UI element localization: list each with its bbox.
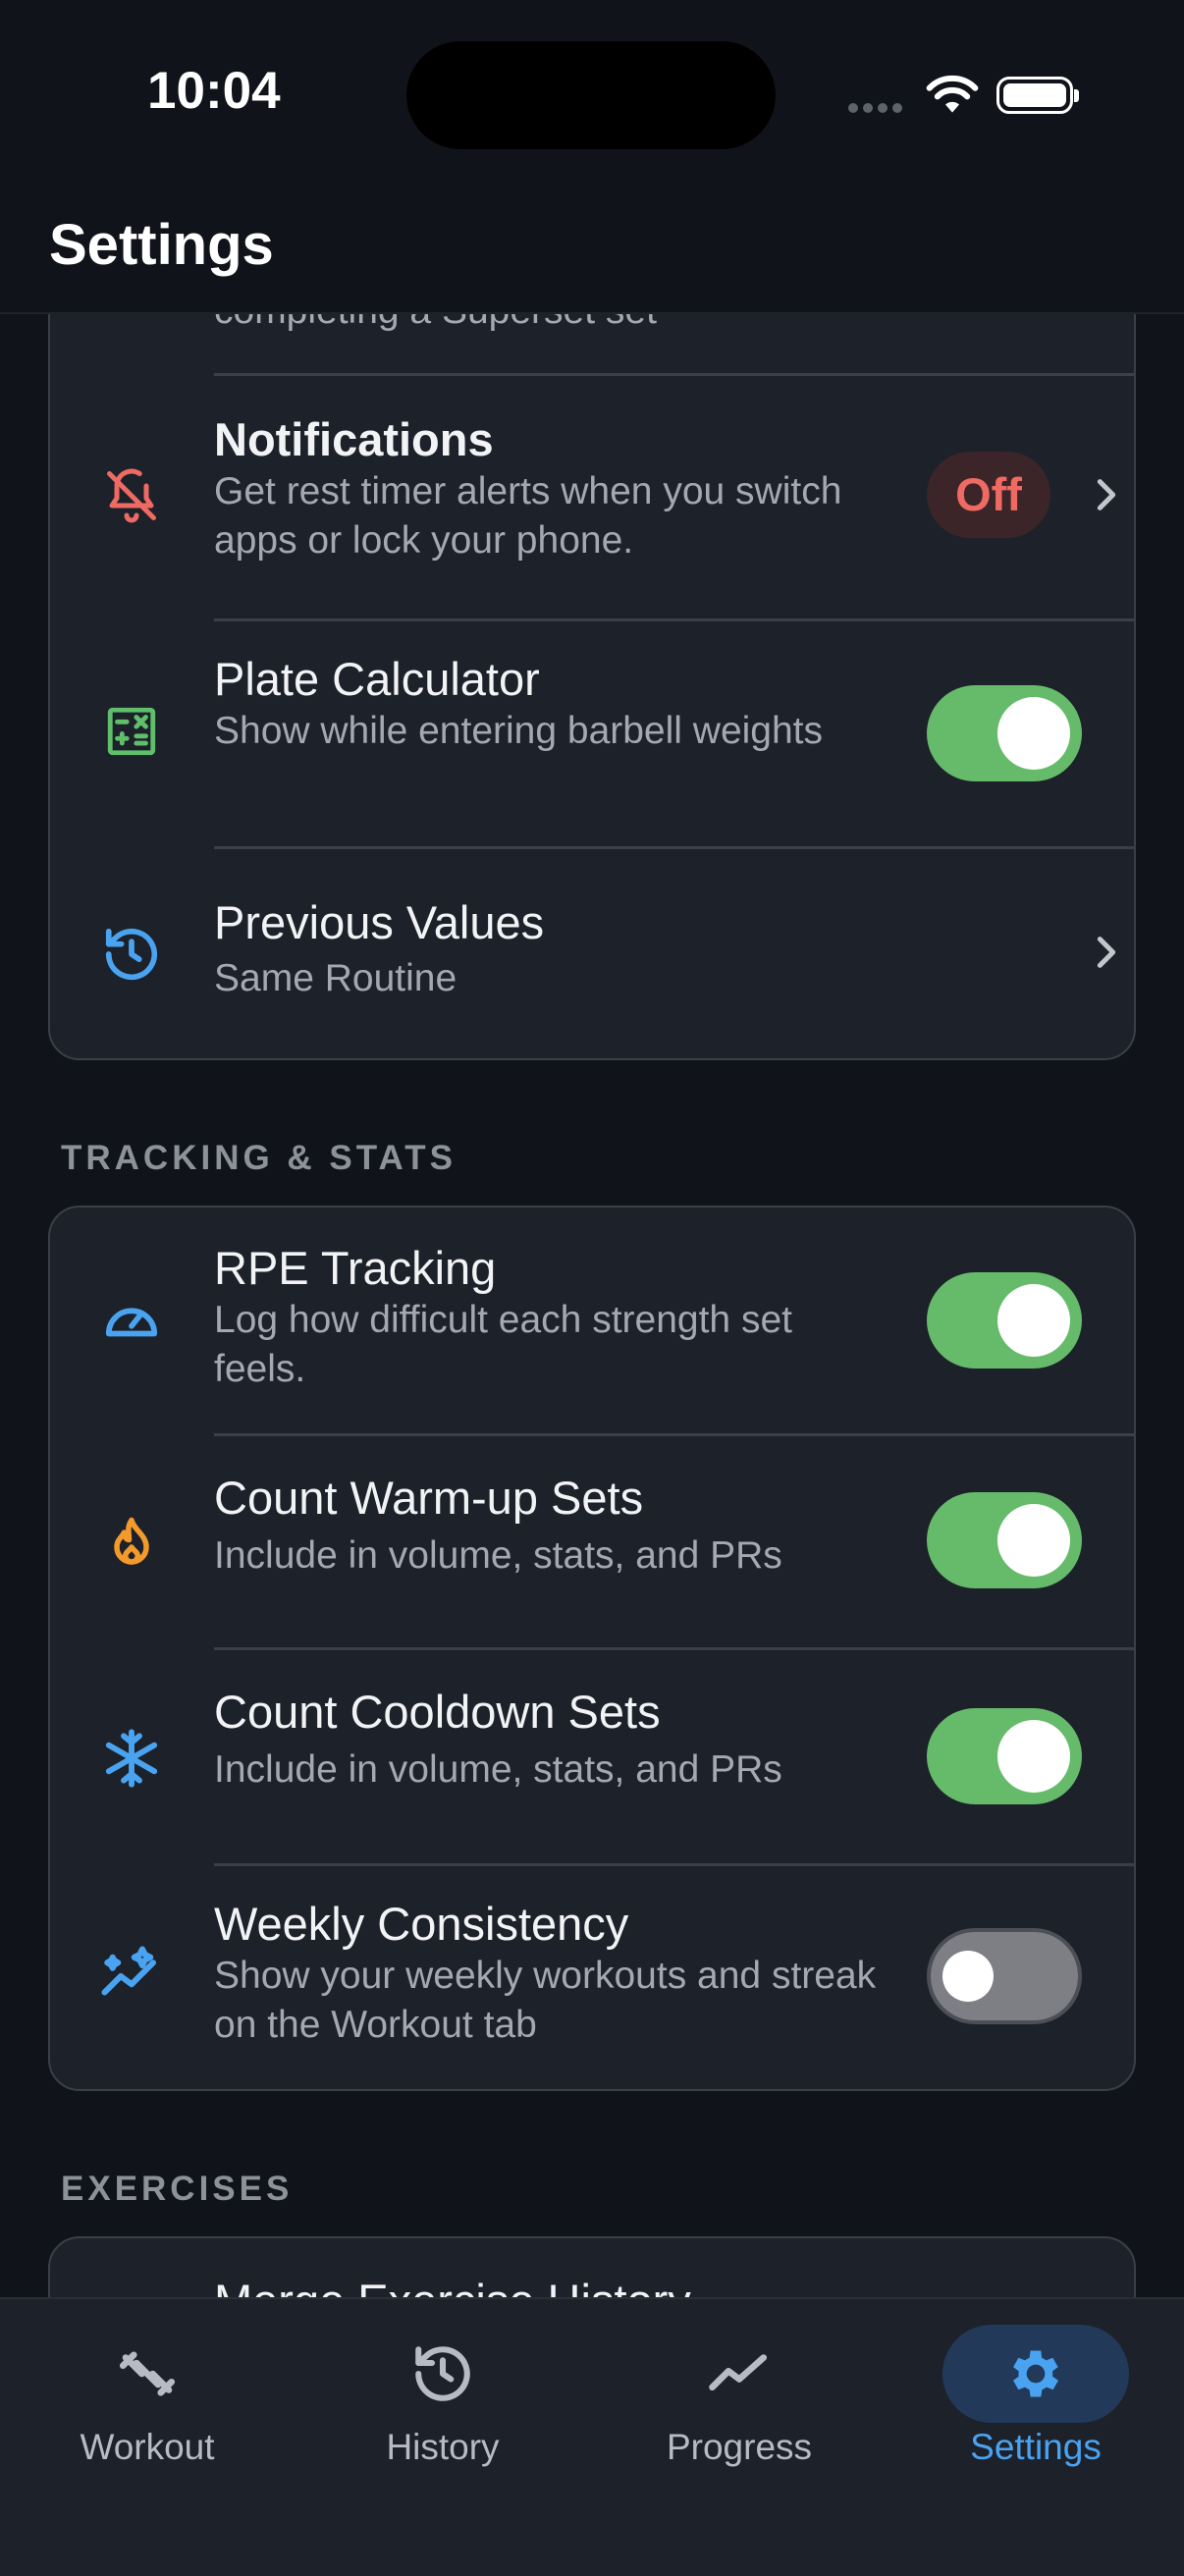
navigation-header: 10:04 Settings [0, 0, 1184, 314]
rpe-tracking-subtitle: Log how difficult each strength set feel… [214, 1299, 792, 1390]
previous-values-subtitle: Same Routine [214, 957, 457, 999]
rpe-tracking-title: RPE Tracking [214, 1242, 497, 1294]
rpe-tracking-toggle[interactable] [927, 1272, 1082, 1368]
previous-values-title: Previous Values [214, 896, 545, 948]
count-cooldown-subtitle: Include in volume, stats, and PRs [214, 1748, 782, 1791]
plate-calculator-toggle[interactable] [927, 685, 1082, 781]
tab-label: Workout [80, 2427, 215, 2467]
count-warmup-row[interactable]: Count Warm-up Sets Include in volume, st… [50, 1433, 1134, 1647]
chevron-right-icon [1097, 937, 1116, 968]
trend-icon [646, 2325, 833, 2423]
page-title: Settings [49, 213, 274, 277]
tab-label: Settings [970, 2427, 1102, 2467]
rpe-tracking-row[interactable]: RPE Tracking Log how difficult each stre… [50, 1208, 1134, 1433]
history-icon [350, 2325, 536, 2423]
notifications-title: Notifications [214, 413, 494, 465]
tracking-settings-card: RPE Tracking Log how difficult each stre… [48, 1206, 1136, 2091]
history-icon [97, 920, 166, 989]
notifications-row[interactable]: Notifications Get rest timer alerts when… [50, 373, 1134, 618]
divider [214, 1647, 1134, 1650]
notifications-status-badge: Off [927, 452, 1050, 538]
bell-off-icon [97, 461, 166, 530]
count-cooldown-row[interactable]: Count Cooldown Sets Include in volume, s… [50, 1647, 1134, 1863]
weekly-consistency-title: Weekly Consistency [214, 1898, 629, 1950]
weekly-consistency-row[interactable]: Weekly Consistency Show your weekly work… [50, 1863, 1134, 2091]
plate-calculator-subtitle: Show while entering barbell weights [214, 710, 824, 752]
weekly-consistency-subtitle: Show your weekly workouts and streak on … [214, 1955, 877, 2046]
gauge-icon [97, 1284, 166, 1353]
previous-values-row[interactable]: Previous Values Same Routine [50, 846, 1134, 1058]
tab-label: History [386, 2427, 500, 2467]
battery-icon [996, 77, 1079, 114]
plate-calculator-row[interactable]: Plate Calculator Show while entering bar… [50, 618, 1134, 846]
dynamic-island [406, 41, 776, 149]
tab-settings[interactable]: Settings [918, 2299, 1154, 2496]
count-cooldown-toggle[interactable] [927, 1708, 1082, 1804]
tab-history[interactable]: History [325, 2299, 561, 2496]
count-warmup-toggle[interactable] [927, 1492, 1082, 1588]
dumbbell-icon [54, 2325, 241, 2423]
exercises-section-label: EXERCISES [61, 2170, 294, 2208]
calculator-icon [97, 697, 166, 766]
divider [214, 373, 1134, 376]
count-warmup-title: Count Warm-up Sets [214, 1472, 644, 1524]
tab-label: Progress [666, 2427, 813, 2467]
flame-icon [97, 1508, 166, 1577]
count-cooldown-title: Count Cooldown Sets [214, 1686, 661, 1738]
divider [214, 1433, 1134, 1436]
status-time: 10:04 [147, 62, 281, 120]
gear-icon [942, 2325, 1129, 2423]
divider [214, 1863, 1134, 1866]
trend-sparkle-icon [97, 1942, 166, 2011]
tracking-section-label: TRACKING & STATS [61, 1139, 457, 1177]
weekly-consistency-toggle[interactable] [927, 1928, 1082, 2024]
plate-calculator-title: Plate Calculator [214, 653, 540, 705]
tab-workout[interactable]: Workout [29, 2299, 265, 2496]
count-warmup-subtitle: Include in volume, stats, and PRs [214, 1534, 782, 1577]
divider [214, 846, 1134, 849]
notifications-subtitle: Get rest timer alerts when you switch ap… [214, 470, 842, 562]
cellular-signal-icon [848, 100, 907, 118]
workout-settings-card: completing a Superset set Notifications … [48, 255, 1136, 1060]
wifi-icon [926, 75, 979, 113]
tab-progress[interactable]: Progress [621, 2299, 857, 2496]
snowflake-icon [97, 1724, 166, 1793]
divider [214, 618, 1134, 621]
tab-bar: Workout History Progress Settings [0, 2297, 1184, 2576]
chevron-right-icon [1097, 479, 1116, 510]
